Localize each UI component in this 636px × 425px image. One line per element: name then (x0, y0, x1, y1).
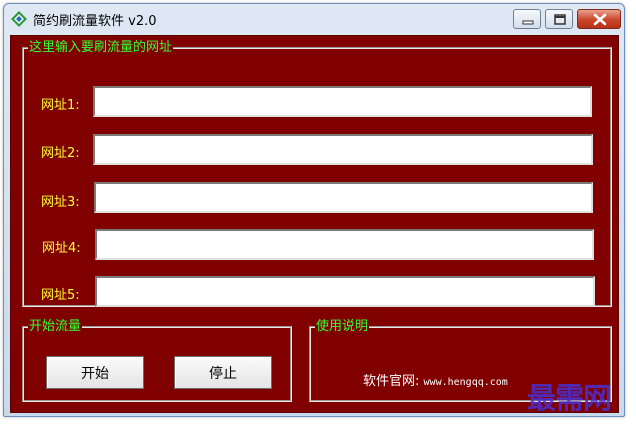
app-window: 简约刷流量软件 v2.0 这里输入要刷流量的网址 网址1: 网址2: 网址3: … (3, 3, 625, 417)
url5-input[interactable] (95, 276, 595, 307)
minimize-icon (522, 20, 534, 25)
maximize-icon (554, 14, 566, 25)
url1-label: 网址1: (41, 98, 80, 113)
url2-input[interactable] (93, 134, 593, 165)
official-site-label: 软件官网: (363, 374, 420, 389)
stop-button[interactable]: 停止 (174, 356, 272, 389)
maximize-button[interactable] (545, 9, 573, 29)
client-area: 这里输入要刷流量的网址 网址1: 网址2: 网址3: 网址4: 网址5: 开始流… (10, 35, 619, 413)
start-group-legend: 开始流量 (29, 319, 82, 334)
url4-label: 网址4: (42, 241, 81, 256)
url3-label: 网址3: (41, 195, 80, 210)
url4-input[interactable] (95, 229, 594, 260)
official-site-url: www.hengqq.com (423, 377, 508, 388)
official-site-info: 软件官网: www.hengqq.com (363, 370, 508, 389)
help-group-legend: 使用说明 (316, 319, 369, 334)
url5-label: 网址5: (41, 288, 80, 303)
minimize-button[interactable] (513, 9, 541, 29)
close-icon (593, 13, 607, 26)
window-title: 简约刷流量软件 v2.0 (33, 14, 157, 29)
url3-input[interactable] (94, 182, 593, 213)
diamond-arrows-icon (10, 10, 28, 28)
title-bar[interactable]: 简约刷流量软件 v2.0 (4, 4, 624, 34)
url-group-legend: 这里输入要刷流量的网址 (29, 40, 173, 55)
start-button[interactable]: 开始 (46, 356, 144, 389)
url1-input[interactable] (93, 86, 592, 117)
start-traffic-group: 开始流量 开始 停止 (22, 320, 292, 402)
url2-label: 网址2: (41, 146, 80, 161)
url-input-group: 这里输入要刷流量的网址 网址1: 网址2: 网址3: 网址4: 网址5: (22, 41, 612, 307)
watermark-logo: 最需网 (527, 381, 612, 415)
close-button[interactable] (577, 9, 621, 29)
